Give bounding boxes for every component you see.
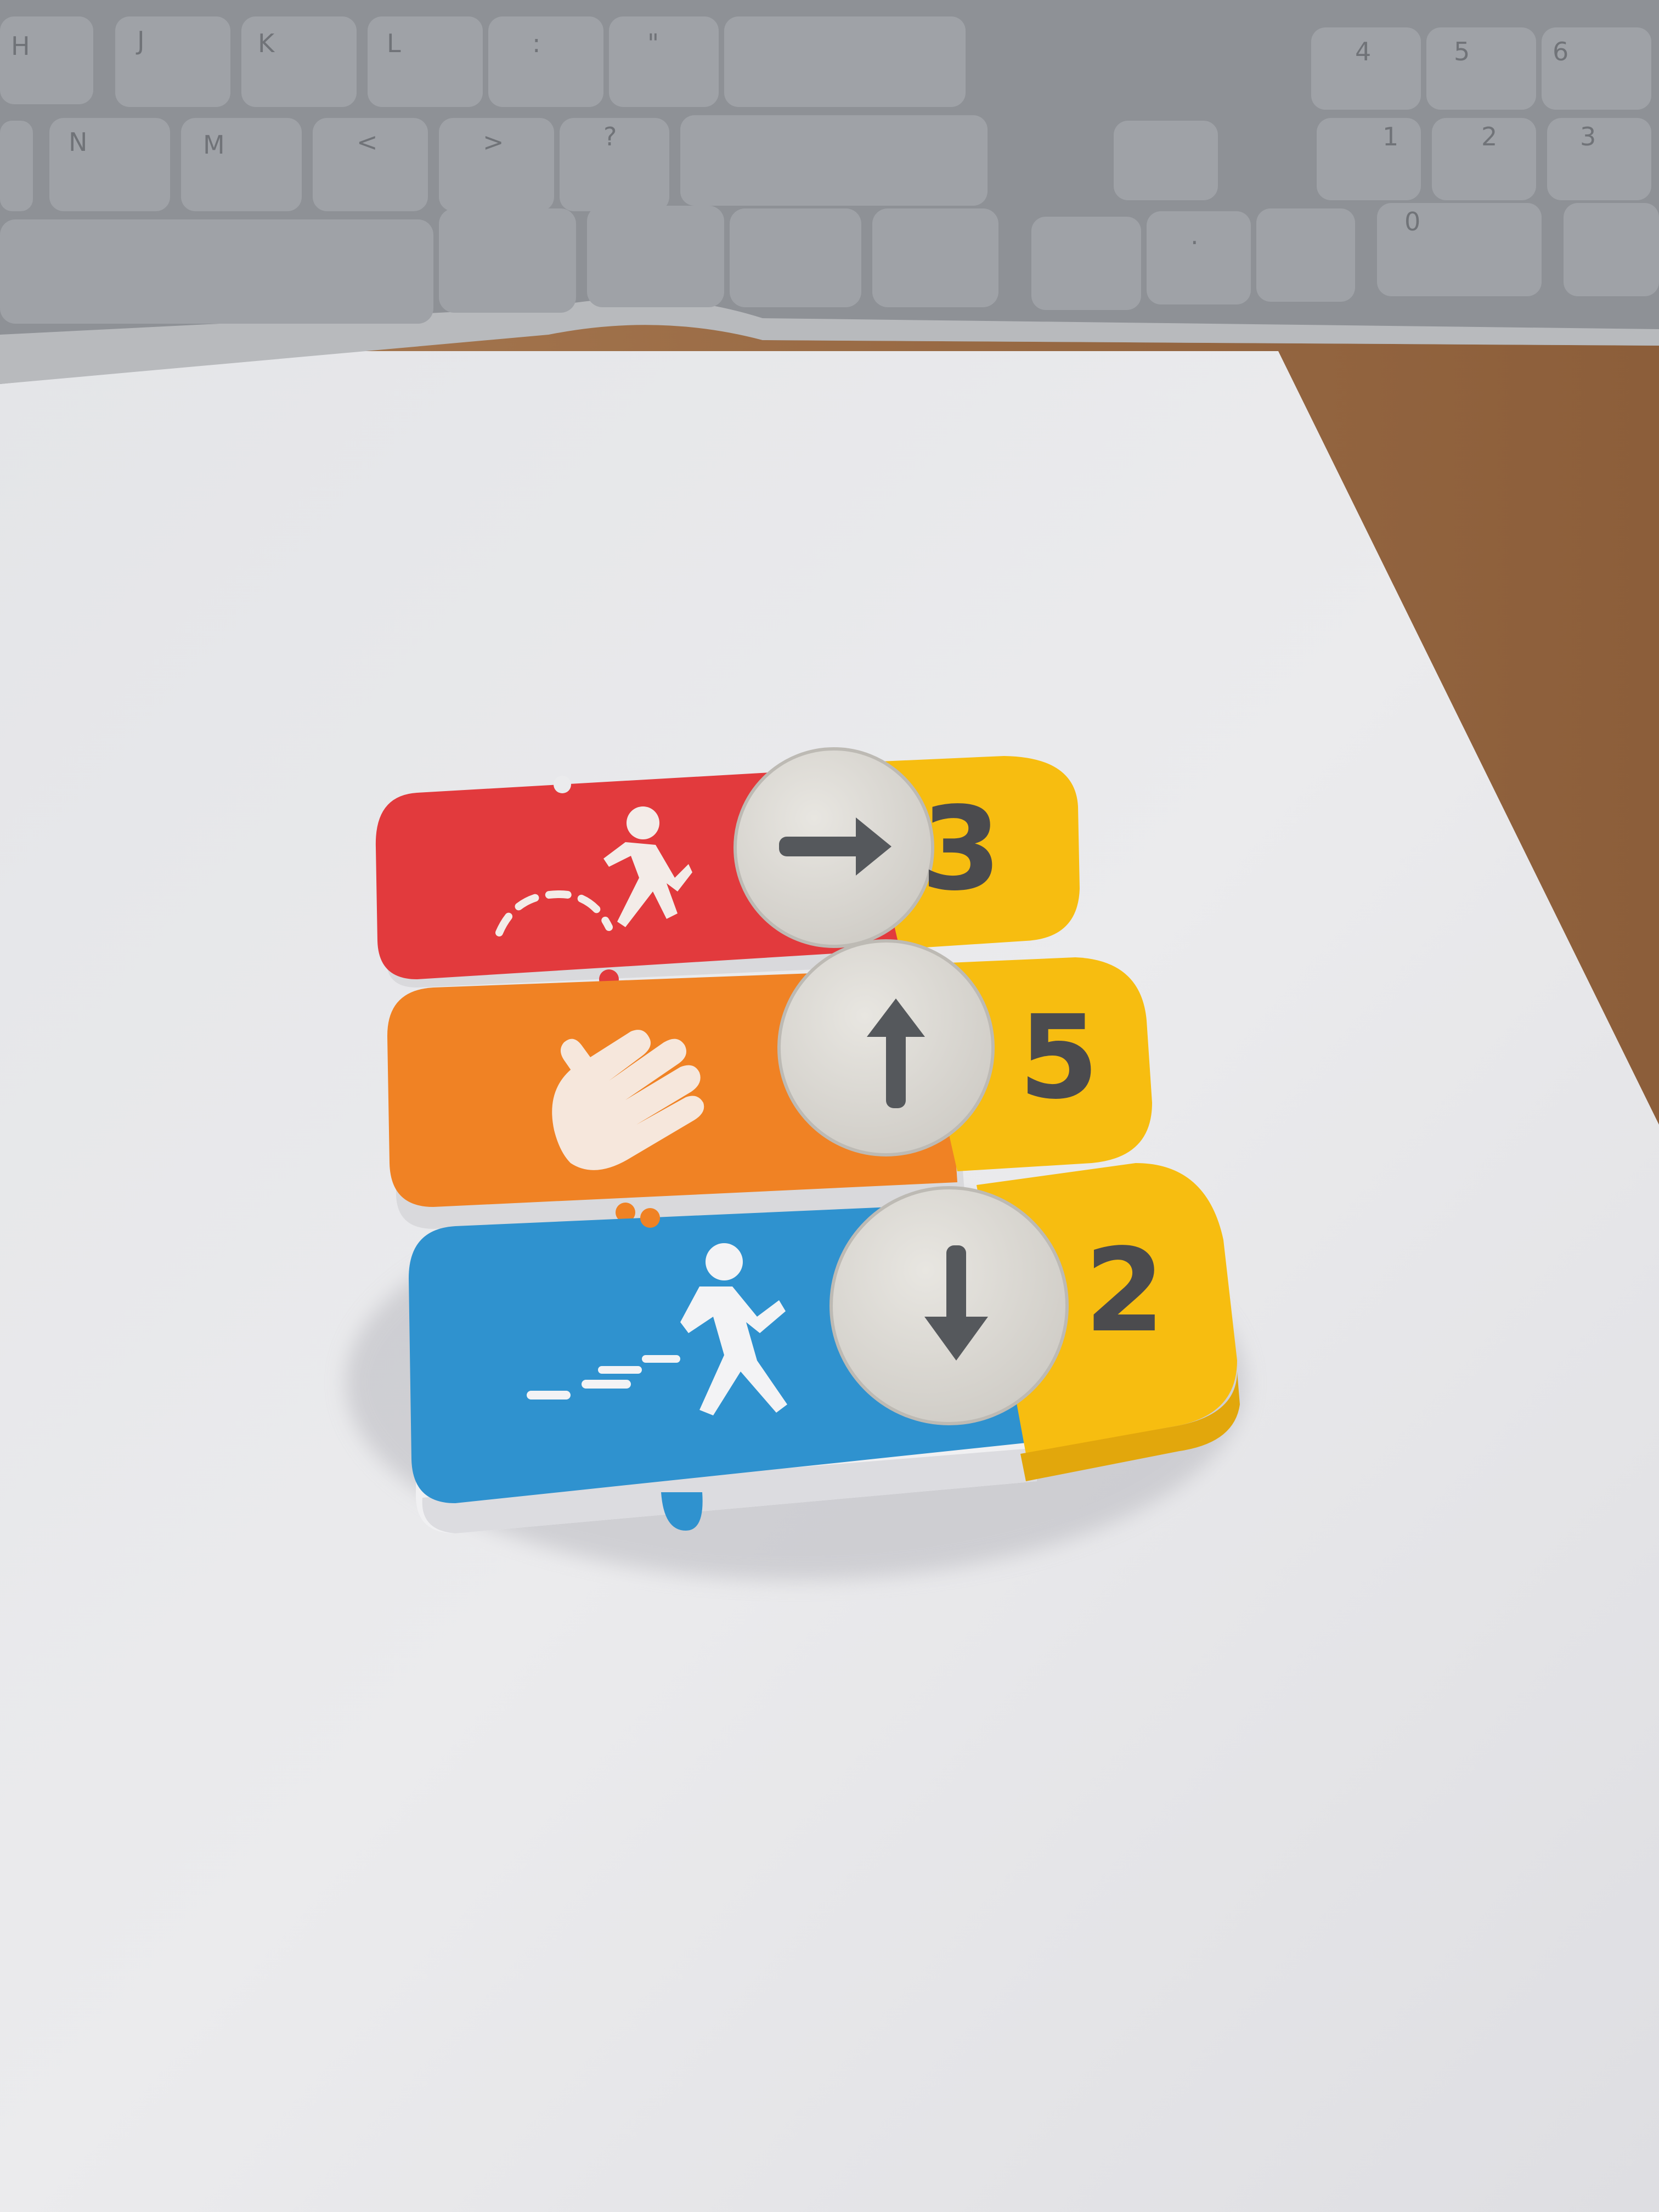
photo-scene: H J K L : " N M < > ? 4 5 6 1 2 3 0 . 3 … <box>0 0 1659 2212</box>
key-label: 5 <box>1454 37 1470 66</box>
key-label: J <box>136 26 145 55</box>
key-label: 6 <box>1553 37 1568 66</box>
key-label: 0 <box>1404 207 1420 236</box>
key-label: < <box>357 127 378 157</box>
key-label: L <box>387 29 401 58</box>
key-label: 3 <box>1580 122 1596 151</box>
key-label: H <box>11 31 30 61</box>
keyboard-keys: H J K L : " N M < > ? 4 5 6 1 2 3 0 . <box>0 16 1659 324</box>
key-label: 4 <box>1355 37 1371 66</box>
tile-count: 3 <box>921 782 1001 916</box>
key-label: ? <box>603 122 617 151</box>
key-label: " <box>647 29 659 58</box>
tile-count: 5 <box>1019 990 1099 1125</box>
key-label: 1 <box>1383 122 1398 151</box>
key-label: K <box>258 29 275 58</box>
key-label: : <box>532 29 541 58</box>
key-label: M <box>203 130 225 160</box>
key-label: N <box>69 127 87 157</box>
tile-count: 2 <box>1085 1223 1165 1358</box>
key-label: 2 <box>1481 122 1497 151</box>
key-label: . <box>1190 221 1199 250</box>
key-label: > <box>483 127 504 157</box>
